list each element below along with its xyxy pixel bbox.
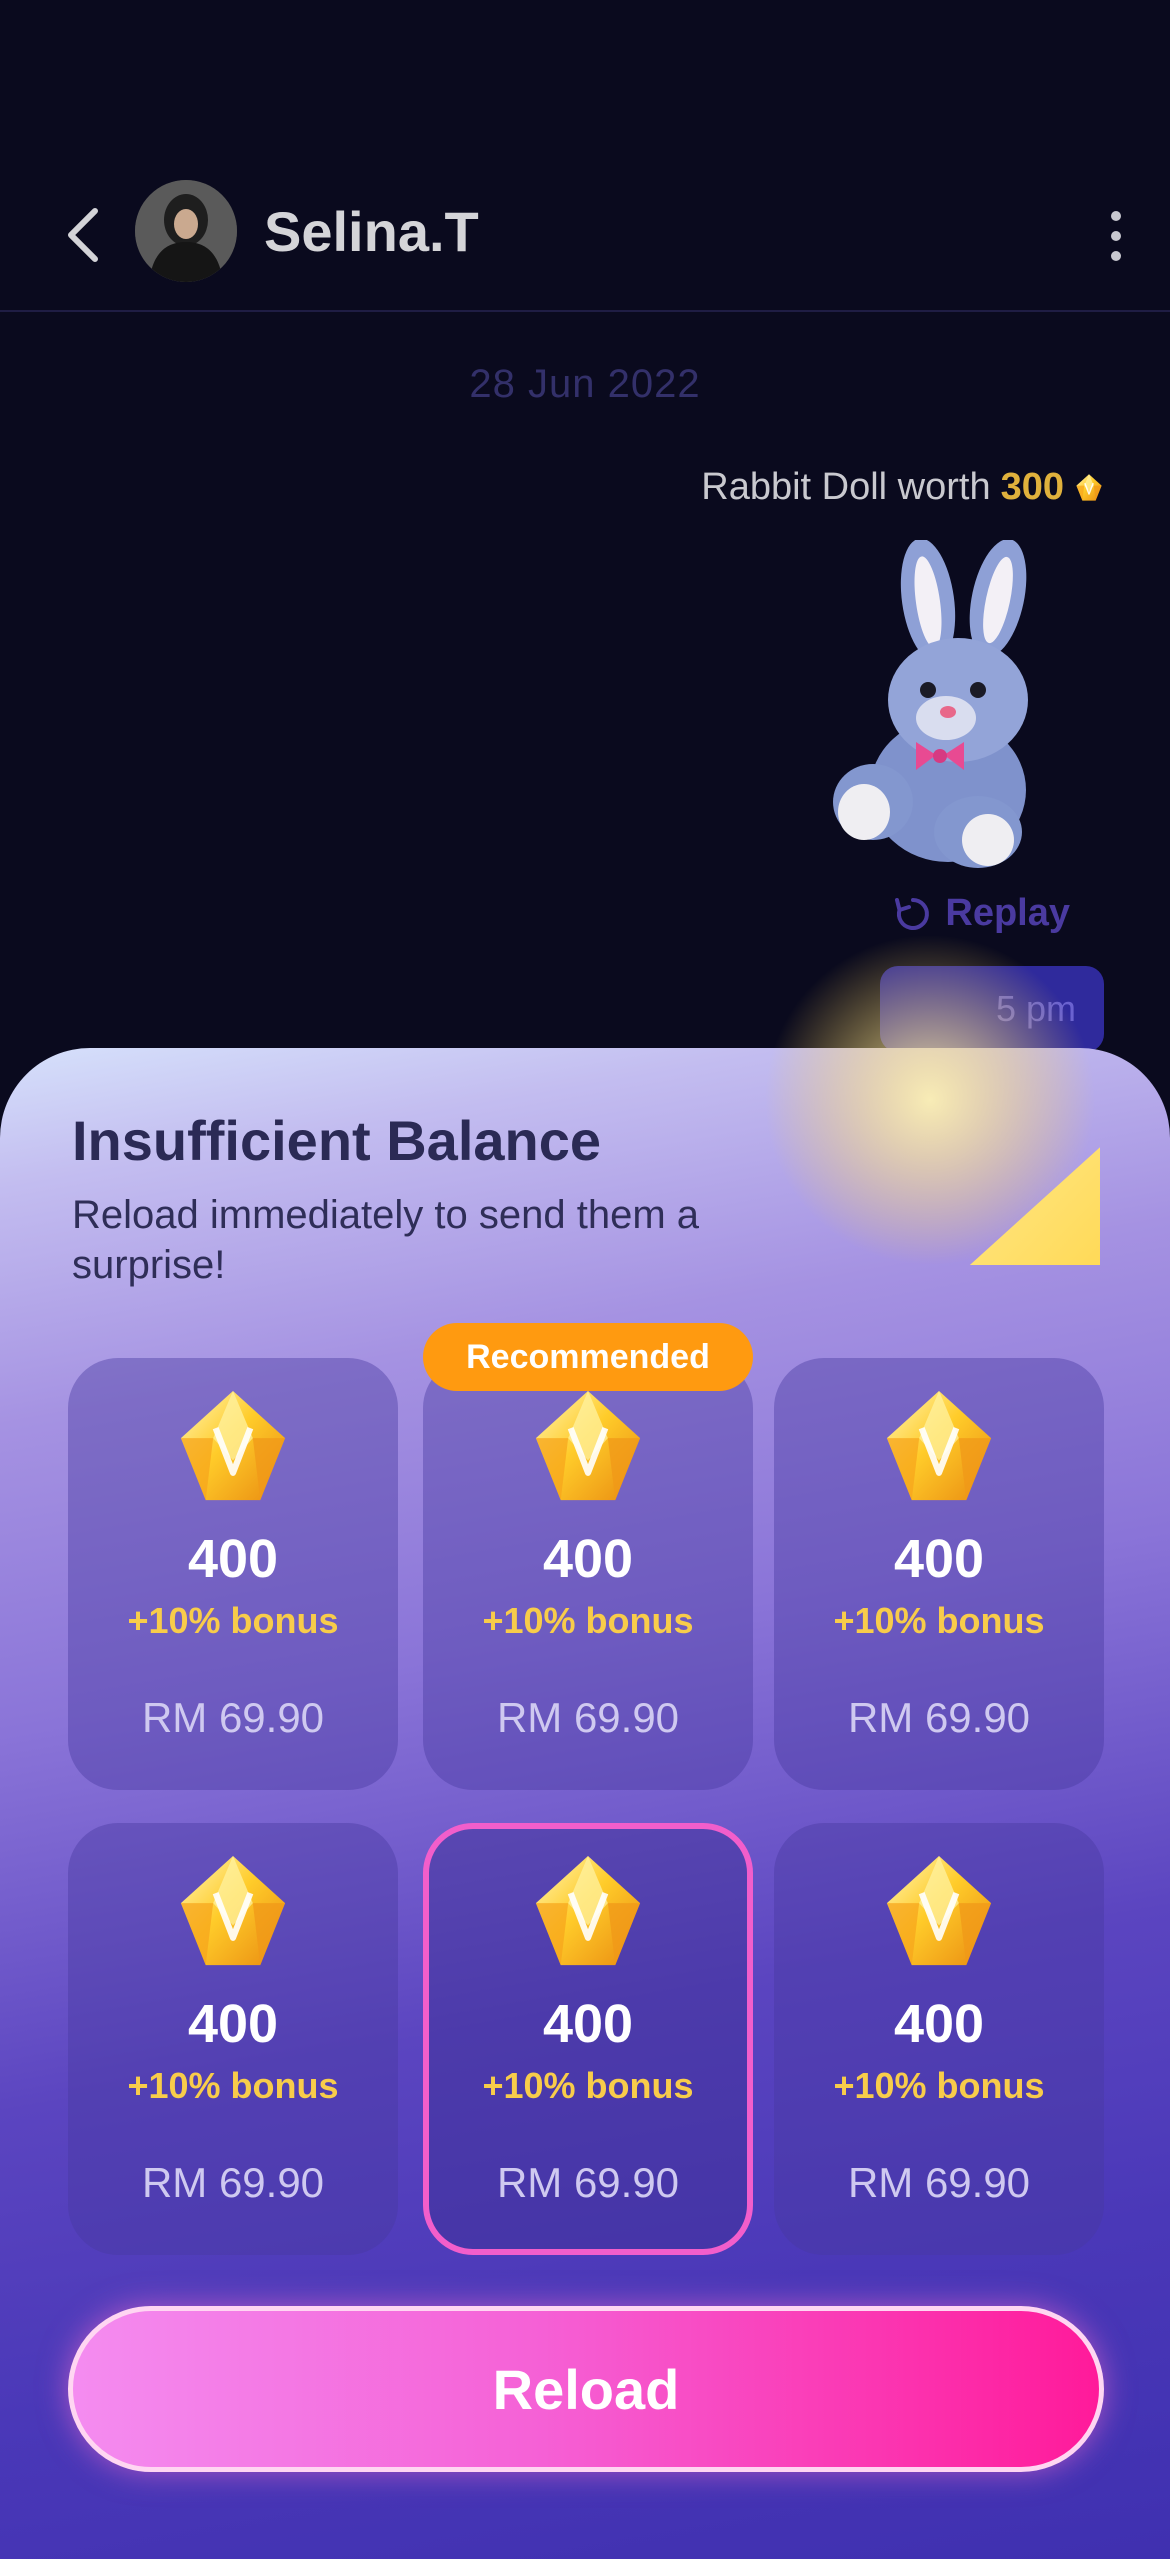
gift-worth: 300 xyxy=(1000,466,1064,508)
gift-message: Rabbit Doll worth 300 xyxy=(701,466,1104,509)
package-card[interactable]: 400 +10% bonus RM 69.90 xyxy=(774,1358,1104,1790)
package-price: RM 69.90 xyxy=(496,2159,680,2206)
package-bonus: +10% bonus xyxy=(127,2065,339,2106)
package-card[interactable]: 400 +10% bonus RM 69.90 xyxy=(68,1823,398,2255)
avatar-image xyxy=(135,180,237,282)
diamond-gem-icon xyxy=(171,1851,295,1975)
package-price: RM 69.90 xyxy=(847,1694,1031,1741)
avatar[interactable] xyxy=(135,180,237,282)
package-price: RM 69.90 xyxy=(847,2159,1031,2206)
diamond-gem-icon xyxy=(526,1386,650,1510)
diamond-gem-icon xyxy=(1074,473,1104,503)
package-amount: 400 xyxy=(893,1994,985,2054)
diamond-gem-icon xyxy=(877,1386,1001,1510)
more-vertical-icon xyxy=(1111,211,1121,221)
contact-name[interactable]: Selina.T xyxy=(264,190,479,274)
package-price: RM 69.90 xyxy=(496,1694,680,1741)
package-card[interactable]: 400 +10% bonus RM 69.90 xyxy=(774,1823,1104,2255)
package-card-selected[interactable]: 400 +10% bonus RM 69.90 xyxy=(423,1823,753,2255)
package-card[interactable]: 400 +10% bonus RM 69.90 xyxy=(68,1358,398,1790)
package-amount: 400 xyxy=(187,1994,279,2054)
package-amount: 400 xyxy=(542,1529,634,1589)
package-bonus: +10% bonus xyxy=(833,1600,1045,1641)
recommended-badge: Recommended xyxy=(423,1323,753,1391)
package-amount: 400 xyxy=(893,1529,985,1589)
more-options-button[interactable] xyxy=(1086,196,1146,276)
sheet-subtitle: Reload immediately to send them a surpri… xyxy=(72,1193,699,1287)
package-bonus: +10% bonus xyxy=(482,2065,694,2106)
package-card[interactable]: 400 +10% bonus RM 69.90 xyxy=(423,1358,753,1790)
package-bonus: +10% bonus xyxy=(833,2065,1045,2106)
diamond-gem-icon xyxy=(171,1386,295,1510)
chevron-left-icon xyxy=(68,208,98,262)
sheet-title: Insufficient Balance xyxy=(72,1109,602,1172)
large-diamond-gem-icon xyxy=(765,935,1100,1265)
package-price: RM 69.90 xyxy=(141,2159,325,2206)
rabbit-doll-image xyxy=(833,540,1028,868)
reload-button[interactable]: Reload xyxy=(68,2306,1104,2472)
package-bonus: +10% bonus xyxy=(127,1600,339,1641)
diamond-gem-icon xyxy=(877,1851,1001,1975)
package-amount: 400 xyxy=(187,1529,279,1589)
back-button[interactable] xyxy=(58,200,108,270)
chat-header: Selina.T xyxy=(0,160,1170,312)
package-price: RM 69.90 xyxy=(141,1694,325,1741)
package-bonus: +10% bonus xyxy=(482,1600,694,1641)
date-separator: 28 Jun 2022 xyxy=(469,362,701,406)
gift-text: Rabbit Doll worth xyxy=(701,466,991,508)
package-amount: 400 xyxy=(542,1994,634,2054)
diamond-gem-icon xyxy=(526,1851,650,1975)
